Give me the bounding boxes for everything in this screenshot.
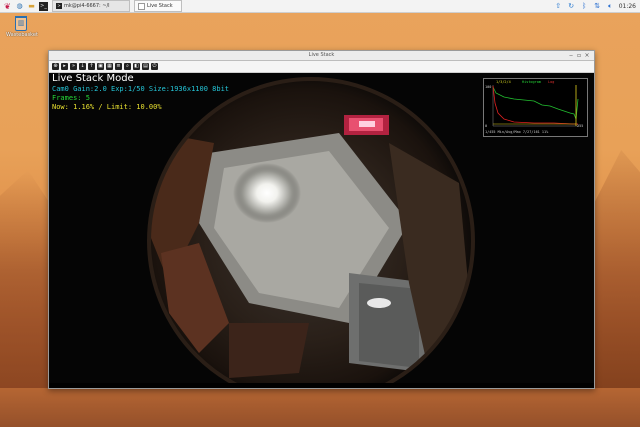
camera-info: Cam0 Gain:2.0 Exp:1/50 Size:1936x1100 8b… xyxy=(52,85,230,93)
sync-icon[interactable]: ↻ xyxy=(567,2,576,11)
bluetooth-icon[interactable]: ᛒ xyxy=(580,2,589,11)
window-titlebar[interactable]: Live Stack ‒ ▫ × xyxy=(49,51,594,61)
system-tray: ⇧ ↻ ᛒ ⇅ 🔈︎ 01:26 xyxy=(554,2,640,11)
live-view[interactable]: Live Stack Mode Cam0 Gain:2.0 Exp:1/50 S… xyxy=(49,73,594,383)
histogram-red-series xyxy=(492,85,578,125)
play-icon[interactable]: ▸ xyxy=(61,63,68,70)
window-icon xyxy=(138,2,145,10)
desktop-background-bottom xyxy=(0,388,640,427)
clock[interactable]: 01:26 xyxy=(619,3,636,10)
save-icon[interactable]: ▤ xyxy=(142,63,149,70)
update-icon[interactable]: ⇧ xyxy=(554,2,563,11)
download-icon[interactable]: ↓ xyxy=(79,63,86,70)
desktop-background-right xyxy=(593,150,640,427)
window-title: Live Stack xyxy=(308,52,335,58)
browser-icon[interactable]: ◍ xyxy=(15,2,24,11)
upload-icon[interactable]: ↑ xyxy=(88,63,95,70)
grid-icon[interactable]: ▦ xyxy=(106,63,113,70)
frames-count: Frames: 5 xyxy=(52,94,90,102)
raspberry-menu-icon[interactable]: ❦ xyxy=(3,2,12,11)
forward-icon[interactable]: » xyxy=(70,63,77,70)
limit-status: Now: 1.16% / Limit: 10.00% xyxy=(52,103,162,111)
histogram-green-series xyxy=(492,86,579,120)
wastebasket-label: Wastebasket xyxy=(6,32,38,38)
minimize-icon[interactable]: ‒ xyxy=(567,51,575,60)
taskbar: ❦ ◍ ▬ >_ > mk@pi4-6667: ~/l Live Stack ⇧… xyxy=(0,0,640,13)
wastebasket-desktop-item[interactable]: ▥ Wastebasket xyxy=(6,16,38,38)
histogram-stats: 1/455 Min/Avg/Max 7/27/161 11% xyxy=(485,130,549,134)
mode-title: Live Stack Mode xyxy=(52,73,134,84)
histogram-plot xyxy=(492,85,579,127)
stack-icon[interactable]: ≡ xyxy=(115,63,122,70)
taskbar-task-label: Live Stack xyxy=(147,3,173,9)
close-icon[interactable]: × xyxy=(583,51,591,60)
exit-icon[interactable]: ⏻ xyxy=(151,63,158,70)
taskbar-task-live-stack[interactable]: Live Stack xyxy=(134,0,182,12)
zoom-icon[interactable]: ⌕ xyxy=(124,63,131,70)
volume-icon[interactable]: 🔈︎ xyxy=(606,2,615,11)
image-icon[interactable]: ▣ xyxy=(97,63,104,70)
taskbar-task-terminal[interactable]: > mk@pi4-6667: ~/l xyxy=(52,0,130,12)
crosshair-icon[interactable]: ⊕ xyxy=(52,63,59,70)
compare-icon[interactable]: ◧ xyxy=(133,63,140,70)
live-stack-window: Live Stack ‒ ▫ × ⊕ ▸ » ↓ ↑ ▣ ▦ ≡ ⌕ ◧ ▤ ⏻ xyxy=(48,50,595,389)
trash-icon: ▥ xyxy=(15,16,27,31)
file-manager-icon[interactable]: ▬ xyxy=(27,2,36,11)
histogram-panel: 1/3/2/4 Histogram Log 100 0 255 1/455 Mi… xyxy=(483,78,588,137)
maximize-icon[interactable]: ▫ xyxy=(575,51,583,60)
hud-overlay: Live Stack Mode Cam0 Gain:2.0 Exp:1/50 S… xyxy=(52,73,229,111)
terminal-launcher-icon[interactable]: >_ xyxy=(39,1,48,11)
taskbar-task-label: mk@pi4-6667: ~/l xyxy=(64,3,110,9)
terminal-icon: > xyxy=(56,3,62,9)
network-icon[interactable]: ⇅ xyxy=(593,2,602,11)
window-toolbar: ⊕ ▸ » ↓ ↑ ▣ ▦ ≡ ⌕ ◧ ▤ ⏻ xyxy=(49,61,594,73)
